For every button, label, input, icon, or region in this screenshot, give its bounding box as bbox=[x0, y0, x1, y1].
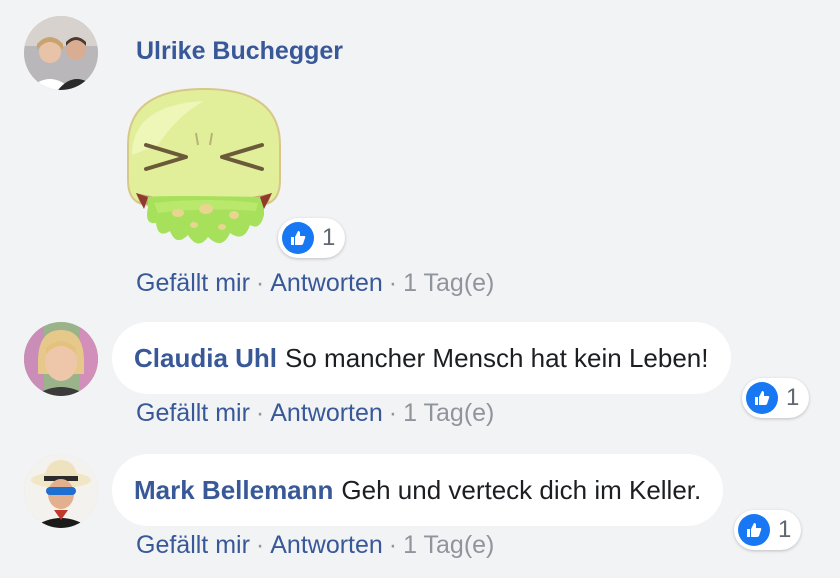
thumbs-up-icon bbox=[282, 222, 314, 254]
comment-actions: Gefällt mir · Antworten · 1 Tag(e) bbox=[136, 269, 495, 297]
timestamp[interactable]: 1 Tag(e) bbox=[403, 531, 494, 559]
like-link[interactable]: Gefällt mir bbox=[136, 269, 250, 297]
thumbs-up-icon bbox=[738, 514, 770, 546]
comment-text: So mancher Mensch hat kein Leben! bbox=[285, 342, 709, 373]
comment-actions: Gefällt mir · Antworten · 1 Tag(e) bbox=[136, 531, 495, 559]
reaction-count-value: 1 bbox=[322, 224, 336, 251]
comment-actions: Gefällt mir · Antworten · 1 Tag(e) bbox=[136, 399, 495, 427]
comment-bubble: Claudia Uhl So mancher Mensch hat kein L… bbox=[112, 322, 731, 394]
comment-bubble: Mark Bellemann Geh und verteck dich im K… bbox=[112, 454, 724, 526]
comment-text: Geh und verteck dich im Keller. bbox=[341, 474, 702, 505]
thumbs-up-icon bbox=[746, 382, 778, 414]
avatar-photo bbox=[24, 322, 98, 396]
timestamp[interactable]: 1 Tag(e) bbox=[403, 269, 494, 297]
reply-link[interactable]: Antworten bbox=[270, 399, 383, 427]
avatar-photo bbox=[24, 454, 98, 528]
reaction-count[interactable]: 1 bbox=[742, 378, 810, 418]
like-link[interactable]: Gefällt mir bbox=[136, 531, 250, 559]
reply-link[interactable]: Antworten bbox=[270, 531, 383, 559]
comment-author[interactable]: Claudia Uhl bbox=[134, 343, 277, 374]
reaction-count[interactable]: 1 bbox=[734, 510, 802, 550]
timestamp[interactable]: 1 Tag(e) bbox=[403, 399, 494, 427]
vomiting-face-sticker bbox=[118, 85, 290, 257]
avatar-photo bbox=[24, 16, 98, 90]
reply-link[interactable]: Antworten bbox=[270, 269, 383, 297]
avatar[interactable] bbox=[24, 454, 98, 528]
like-link[interactable]: Gefällt mir bbox=[136, 399, 250, 427]
comment-author[interactable]: Mark Bellemann bbox=[134, 475, 333, 506]
reaction-count-value: 1 bbox=[778, 516, 792, 543]
avatar[interactable] bbox=[24, 322, 98, 396]
reaction-count[interactable]: 1 bbox=[278, 218, 346, 258]
reaction-count-value: 1 bbox=[786, 384, 800, 411]
comment-author[interactable]: Ulrike Buchegger bbox=[136, 37, 343, 66]
avatar[interactable] bbox=[24, 16, 98, 90]
